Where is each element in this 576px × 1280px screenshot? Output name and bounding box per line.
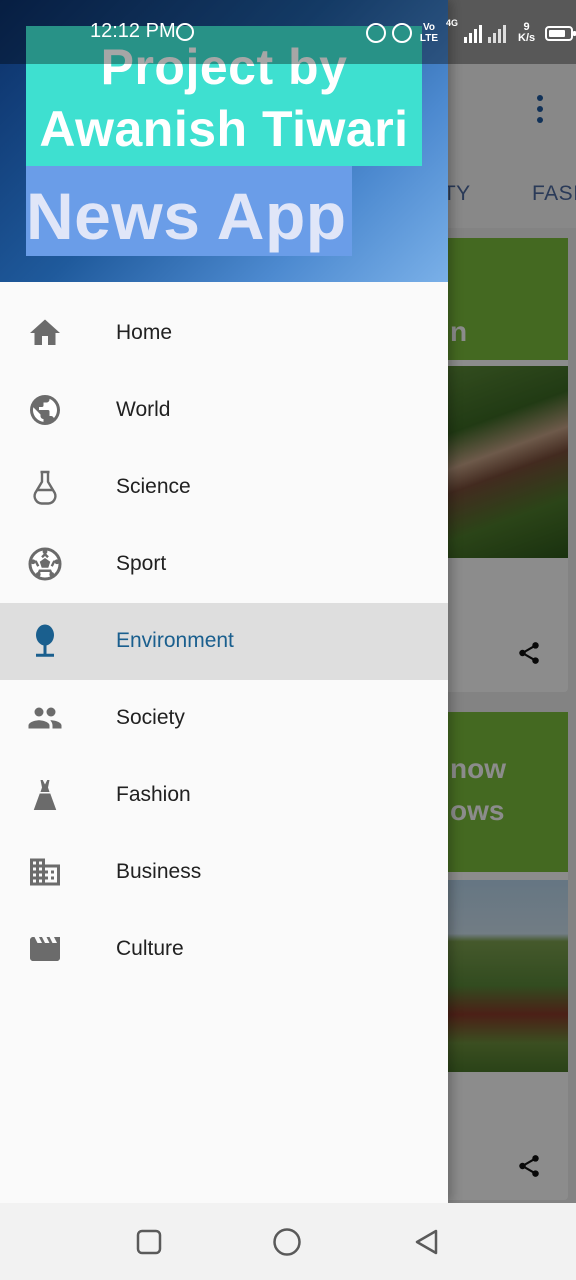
menu-item-world[interactable]: World [0, 372, 448, 449]
status-time: 12:12 PM [90, 20, 176, 42]
recents-icon[interactable] [134, 1227, 164, 1257]
menu-item-environment[interactable]: Environment [0, 603, 448, 680]
navigation-drawer: Project by Awanish Tiwari News App Home … [0, 0, 448, 1203]
menu-item-society[interactable]: Society [0, 680, 448, 757]
flask-icon [33, 470, 57, 505]
home-icon [30, 319, 60, 345]
menu-item-label: World [116, 398, 171, 421]
status-bar: 12:12 PM Vo LTE 4G 9 K/s [0, 0, 576, 64]
menu-item-label: Society [116, 706, 185, 729]
dress-icon [33, 780, 57, 810]
building-icon [30, 858, 60, 886]
wifi-hotspot-icon [392, 23, 412, 43]
menu-item-home[interactable]: Home [0, 295, 448, 372]
soccer-ball-icon [28, 547, 62, 581]
drawer-menu: Home World Science Sport Environment Soc… [0, 295, 448, 988]
clapperboard-icon [30, 937, 60, 961]
volte-label: Vo LTE [419, 22, 439, 44]
people-icon [28, 707, 62, 729]
menu-item-business[interactable]: Business [0, 834, 448, 911]
menu-item-label: Business [116, 860, 202, 883]
tree-icon [36, 624, 54, 657]
menu-item-culture[interactable]: Culture [0, 911, 448, 988]
menu-item-label: Fashion [116, 783, 191, 806]
battery-icon [545, 25, 576, 41]
status-icons: Vo LTE 4G 9 K/s [366, 18, 576, 48]
menu-item-label: Sport [116, 552, 167, 575]
signal-strength-icon [488, 23, 507, 43]
menu-item-label: Science [116, 475, 191, 498]
header-subtitle: News App [26, 179, 347, 253]
network-speed-unit: K/s [518, 32, 536, 44]
alarm-icon [366, 23, 386, 43]
menu-item-science[interactable]: Science [0, 449, 448, 526]
menu-item-fashion[interactable]: Fashion [0, 757, 448, 834]
signal-strength-icon [464, 23, 483, 43]
menu-item-label: Culture [116, 937, 184, 960]
menu-item-label: Environment [116, 629, 234, 652]
hotspot-icon [176, 23, 194, 41]
network-speed: 9 K/s [518, 22, 535, 44]
network-type-label: 4G [446, 18, 459, 28]
globe-icon [30, 395, 60, 425]
home-circle-icon[interactable] [272, 1227, 302, 1257]
system-navigation-bar [0, 1203, 576, 1280]
menu-item-label: Home [116, 321, 173, 344]
menu-item-sport[interactable]: Sport [0, 526, 448, 603]
back-triangle-icon[interactable] [412, 1227, 442, 1257]
